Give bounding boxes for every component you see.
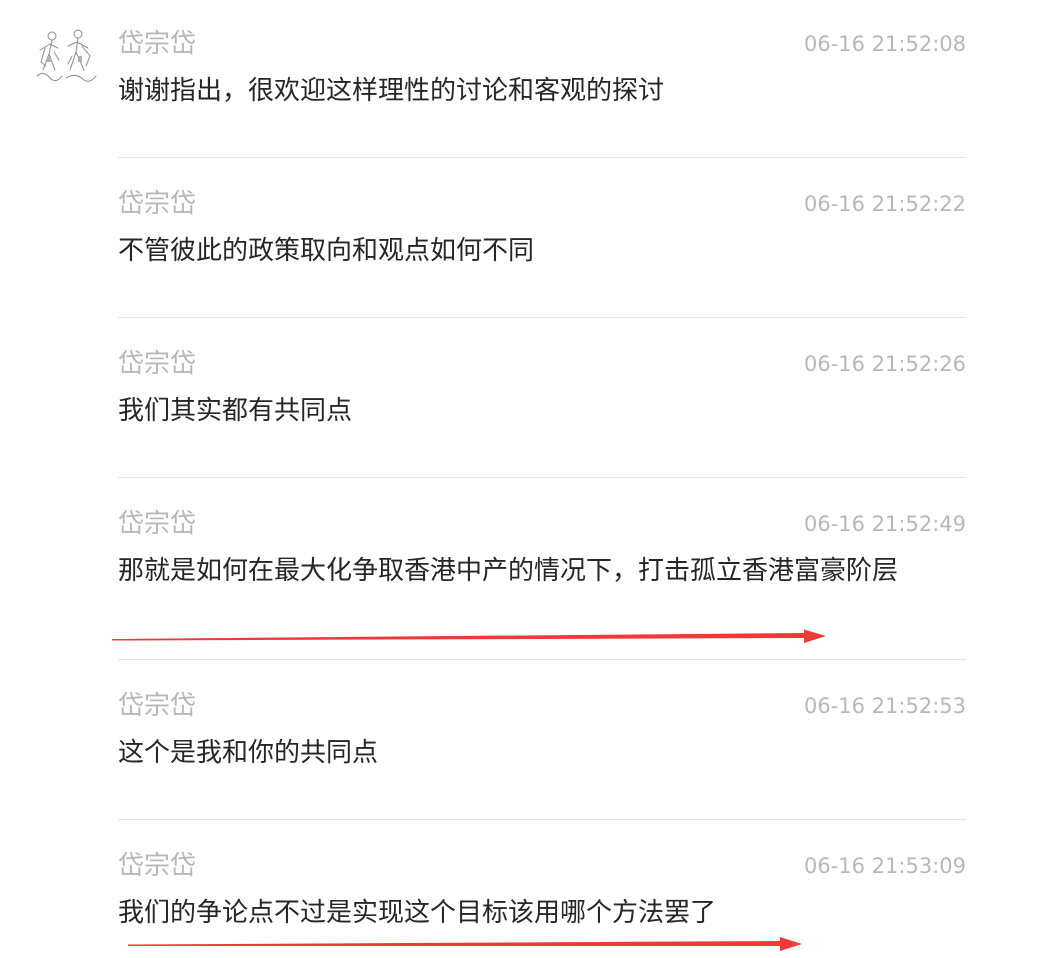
message-text: 谢谢指出，很欢迎这样理性的讨论和客观的探讨 — [118, 76, 665, 106]
divider — [118, 317, 966, 318]
author-name[interactable]: 岱宗岱 — [118, 850, 196, 882]
message-text: 我们的争论点不过是实现这个目标该用哪个方法罢了 — [118, 898, 717, 928]
author-name[interactable]: 岱宗岱 — [118, 348, 196, 380]
divider — [118, 477, 966, 478]
divider — [118, 157, 966, 158]
timestamp: 06-16 21:52:53 — [803, 694, 966, 718]
timestamp: 06-16 21:52:08 — [803, 32, 966, 56]
divider — [118, 819, 966, 820]
timestamp: 06-16 21:52:22 — [803, 192, 966, 216]
message-text: 不管彼此的政策取向和观点如何不同 — [118, 236, 535, 266]
message-text: 这个是我和你的共同点 — [118, 738, 379, 768]
timestamp: 06-16 21:53:09 — [803, 854, 966, 878]
author-name[interactable]: 岱宗岱 — [118, 188, 196, 220]
author-name[interactable]: 岱宗岱 — [118, 28, 196, 60]
chat-feed: 岱宗岱 06-16 21:52:08 谢谢指出，很欢迎这样理性的讨论和客观的探讨… — [0, 0, 1054, 958]
avatar-icon[interactable] — [32, 26, 100, 88]
message-text: 我们其实都有共同点 — [118, 396, 353, 426]
message-text: 那就是如何在最大化争取香港中产的情况下，打击孤立香港富豪阶层 — [118, 556, 899, 586]
author-name[interactable]: 岱宗岱 — [118, 508, 196, 540]
red-arrow-icon — [112, 629, 826, 643]
divider — [118, 659, 966, 660]
timestamp: 06-16 21:52:49 — [803, 512, 966, 536]
timestamp: 06-16 21:52:26 — [803, 352, 966, 376]
red-arrow-icon — [128, 937, 802, 951]
author-name[interactable]: 岱宗岱 — [118, 690, 196, 722]
